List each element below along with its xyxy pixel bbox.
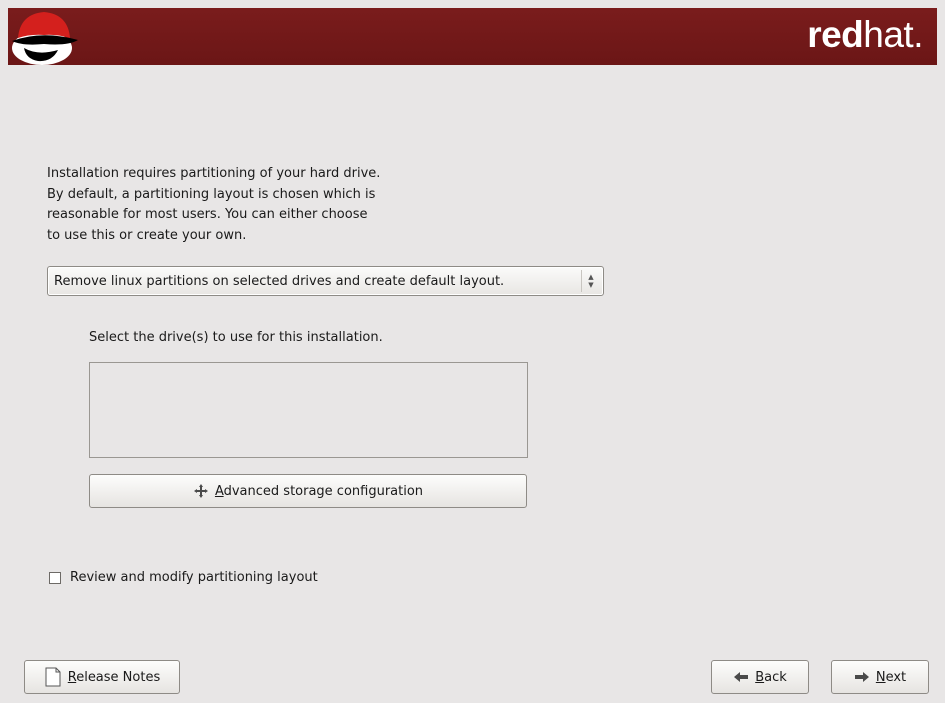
review-option[interactable]: Review and modify partitioning layout <box>49 570 318 585</box>
back-label: Back <box>755 669 787 685</box>
drive-list[interactable] <box>89 362 528 458</box>
drive-select-label: Select the drive(s) to use for this inst… <box>89 330 383 345</box>
add-icon <box>193 484 208 498</box>
partition-layout-select[interactable]: Remove linux partitions on selected driv… <box>47 266 604 296</box>
partition-layout-selected-value: Remove linux partitions on selected driv… <box>54 273 505 289</box>
back-button[interactable]: Back <box>711 660 809 694</box>
advanced-storage-label: Advanced storage configuration <box>214 483 424 499</box>
release-notes-button[interactable]: Release Notes <box>24 660 180 694</box>
redhat-wordmark: redhat. <box>807 14 923 55</box>
next-button[interactable]: Next <box>831 660 929 694</box>
advanced-storage-button[interactable]: Advanced storage configuration <box>89 474 527 508</box>
document-icon <box>45 667 61 687</box>
spin-arrows-icon: ▲ ▼ <box>581 270 600 292</box>
review-checkbox[interactable] <box>49 571 61 584</box>
installer-window: redhat. Installation requires partitioni… <box>0 0 945 703</box>
intro-text: Installation requires partitioning of yo… <box>47 166 381 243</box>
shadowman-logo <box>12 12 78 65</box>
arrow-left-icon <box>734 672 749 682</box>
release-notes-label: Release Notes <box>67 669 161 685</box>
header-banner: redhat. <box>8 8 937 65</box>
next-label: Next <box>875 669 907 685</box>
review-checkbox-label: Review and modify partitioning layout <box>70 570 318 585</box>
arrow-right-icon <box>854 672 869 682</box>
